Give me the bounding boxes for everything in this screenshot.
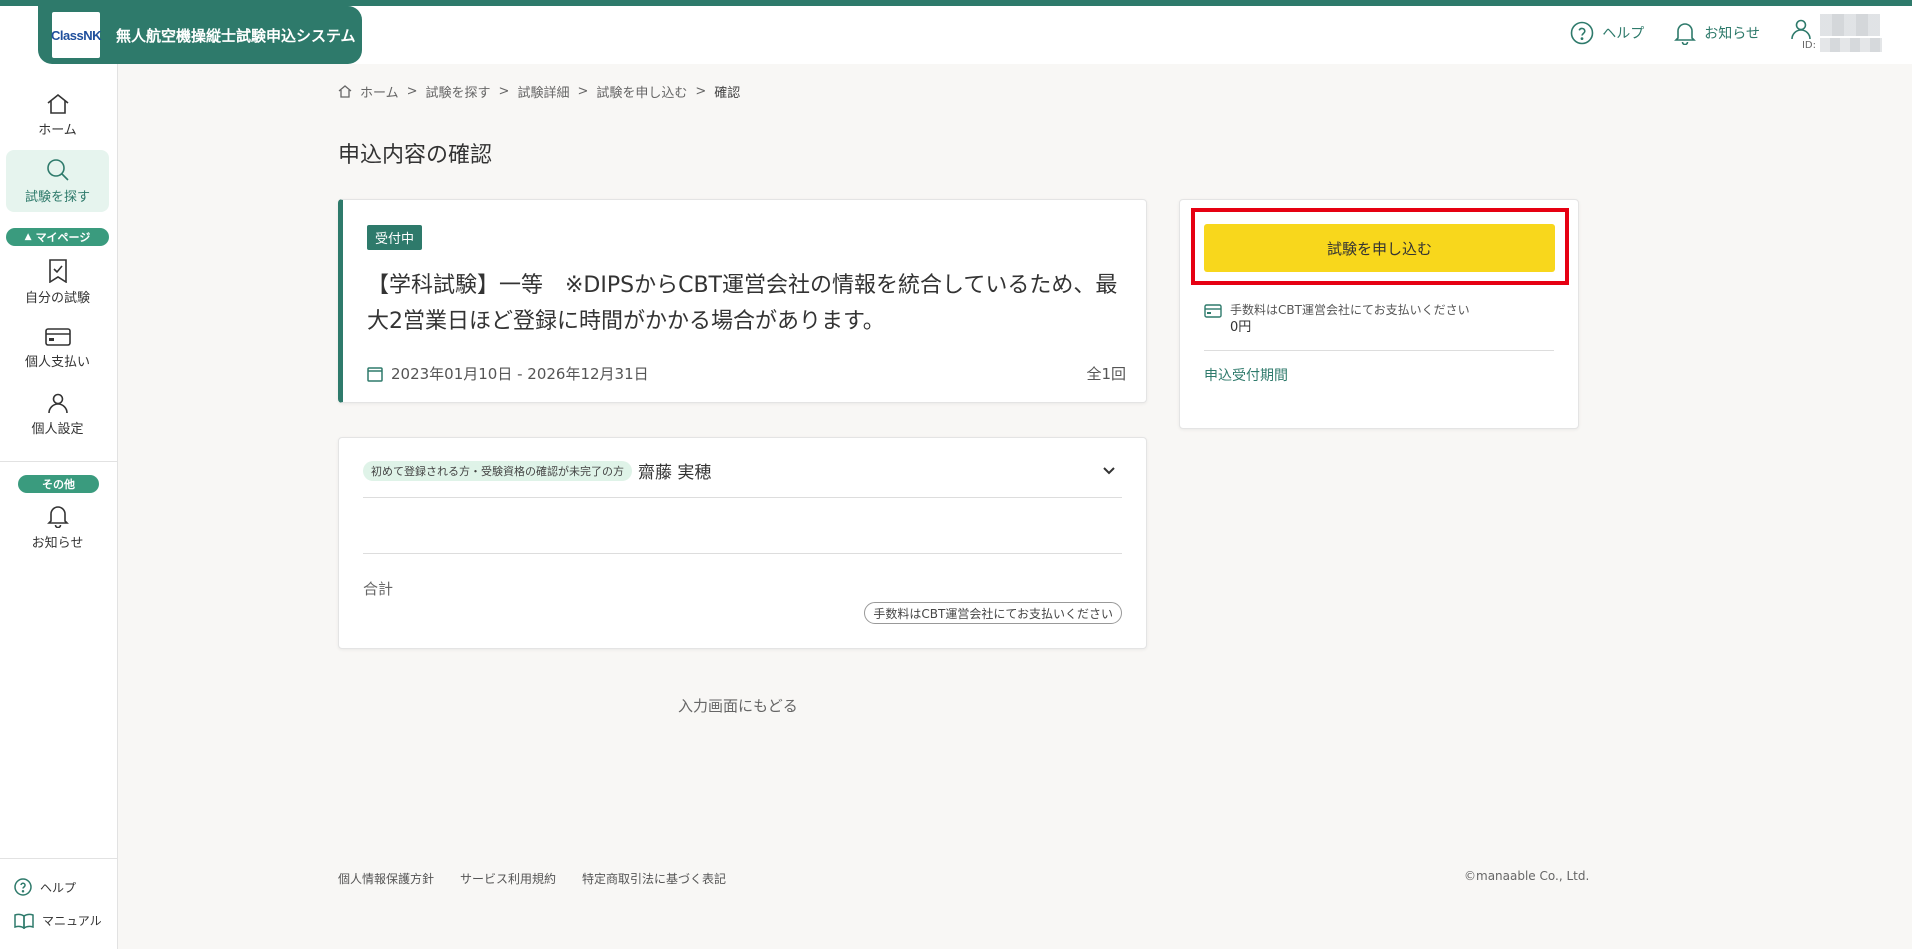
book-icon <box>14 913 34 929</box>
credit-card-icon <box>1204 304 1222 318</box>
sidebar-item-label: お知らせ <box>31 535 84 551</box>
bookmark-check-icon <box>48 258 67 283</box>
exam-title: 【学科試験】一等 ※DIPSからCBT運営会社の情報を統合しているため、最大2営… <box>367 273 1118 334</box>
help-icon <box>1570 21 1594 45</box>
fee-amount: 0円 <box>1230 320 1252 335</box>
divider <box>363 553 1122 554</box>
sidebar-item-payment[interactable]: 個人支払い <box>6 317 109 379</box>
sidebar-item-label: 自分の試験 <box>24 290 90 306</box>
exam-date-range: 2023年01月10日 - 2026年12月31日 <box>391 365 649 383</box>
brand-block[interactable]: ClassNK 無人航空機操縦士試験申込システム <box>38 6 362 64</box>
applicant-row[interactable]: 初めて登録される方・受験資格の確認が未完了の方 齋藤 実穂 <box>363 458 1122 483</box>
sidebar-item-label: 試験を探す <box>24 189 90 205</box>
exam-count: 全1回 <box>1086 365 1126 383</box>
sidebar-item-settings[interactable]: 個人設定 <box>6 383 109 445</box>
footer-links: 個人情報保護方針 サービス利用規約 特定商取引法に基づく表記 <box>338 870 726 887</box>
page-title: 申込内容の確認 <box>338 143 493 168</box>
fee-info: 手数料はCBT運営会社にてお支払いください 0円 <box>1204 302 1470 336</box>
help-link[interactable]: ヘルプ <box>1570 21 1644 45</box>
triangle-up-icon: ▲ <box>24 232 32 242</box>
breadcrumb-home[interactable]: ホーム <box>360 82 399 101</box>
mypage-section-toggle[interactable]: ▲ マイページ <box>6 228 109 246</box>
sidebar-divider <box>0 858 117 859</box>
sidebar-item-search[interactable]: 試験を探す <box>6 150 109 212</box>
back-to-input-link[interactable]: 入力画面にもどる <box>678 695 798 716</box>
applicant-card: 初めて登録される方・受験資格の確認が未完了の方 齋藤 実穂 合計 手数料はCBT… <box>338 437 1147 649</box>
header-actions: ヘルプ お知らせ ID: <box>1570 14 1882 52</box>
breadcrumb-confirm: 確認 <box>714 86 741 101</box>
sidebar-help-link[interactable]: ヘルプ <box>14 878 76 896</box>
user-meta: ID: <box>1802 14 1882 52</box>
breadcrumb-separator: > <box>498 84 510 99</box>
fee-text: 手数料はCBT運営会社にてお支払いください 0円 <box>1230 302 1470 336</box>
fee-note-chip: 手数料はCBT運営会社にてお支払いください <box>864 602 1122 624</box>
sidebar-item-label: ホーム <box>38 122 77 138</box>
breadcrumb-separator: > <box>695 84 707 99</box>
user-icon <box>1791 19 1811 40</box>
bell-icon <box>1674 23 1697 45</box>
home-icon <box>338 85 352 98</box>
sidebar: ホーム 試験を探す ▲ マイページ 自分の試験 個人支払い 個人設定 その他 お… <box>0 64 118 949</box>
sidebar-manual-link[interactable]: マニュアル <box>14 912 102 929</box>
person-icon <box>47 393 68 413</box>
user-id-redacted <box>1820 38 1882 52</box>
id-label: ID: <box>1801 39 1816 51</box>
commercial-transactions-link[interactable]: 特定商取引法に基づく表記 <box>582 870 726 887</box>
expand-toggle[interactable] <box>1102 460 1116 479</box>
classnk-logo: ClassNK <box>51 12 101 58</box>
sidebar-item-home[interactable]: ホーム <box>6 84 109 146</box>
home-icon <box>47 93 68 114</box>
chevron-down-icon <box>1103 467 1115 475</box>
breadcrumb: ホーム > 試験を探す > 試験詳細 > 試験を申し込む > 確認 <box>338 82 740 101</box>
notice-label: お知らせ <box>1704 26 1760 42</box>
other-label: その他 <box>42 478 75 491</box>
help-label: ヘルプ <box>1602 26 1645 42</box>
divider <box>1204 350 1554 351</box>
breadcrumb-separator: > <box>406 84 418 99</box>
divider <box>363 497 1122 498</box>
apply-exam-button[interactable]: 試験を申し込む <box>1204 224 1555 272</box>
sidebar-item-my-exams[interactable]: 自分の試験 <box>6 251 109 313</box>
applicant-type-tag: 初めて登録される方・受験資格の確認が未完了の方 <box>363 460 632 481</box>
user-name-redacted <box>1819 14 1880 36</box>
breadcrumb-search[interactable]: 試験を探す <box>426 82 491 101</box>
other-section-label: その他 <box>18 475 99 493</box>
app-title: 無人航空機操縦士試験申込システム <box>116 26 356 45</box>
application-period-label: 申込受付期間 <box>1204 368 1288 384</box>
exam-summary-card: 受付中 【学科試験】一等 ※DIPSからCBT運営会社の情報を統合しているため、… <box>338 199 1147 403</box>
fee-note: 手数料はCBT運営会社にてお支払いください <box>1230 303 1470 317</box>
user-menu[interactable]: ID: <box>1790 14 1882 52</box>
user-id-line: ID: <box>1802 38 1882 52</box>
status-badge: 受付中 <box>367 225 423 250</box>
sidebar-item-notice[interactable]: お知らせ <box>6 496 109 558</box>
privacy-policy-link[interactable]: 個人情報保護方針 <box>338 870 434 887</box>
help-icon <box>14 878 32 896</box>
credit-card-icon <box>44 327 71 346</box>
notice-link[interactable]: お知らせ <box>1674 21 1760 45</box>
breadcrumb-exam-detail[interactable]: 試験詳細 <box>517 82 569 101</box>
terms-of-service-link[interactable]: サービス利用規約 <box>460 870 556 887</box>
breadcrumb-apply[interactable]: 試験を申し込む <box>596 82 687 101</box>
sidebar-item-label: 個人設定 <box>31 421 84 437</box>
sidebar-help-label: ヘルプ <box>40 880 77 895</box>
total-label: 合計 <box>363 580 394 598</box>
applicant-name: 齋藤 実穂 <box>638 463 712 483</box>
copyright: ©manaable Co., Ltd. <box>1464 869 1590 883</box>
apply-panel: 試験を申し込む 手数料はCBT運営会社にてお支払いください 0円 申込受付期間 <box>1179 199 1579 429</box>
calendar-icon <box>367 366 383 382</box>
search-icon <box>46 158 69 181</box>
bell-icon <box>46 505 69 528</box>
mypage-label: マイページ <box>35 231 91 244</box>
exam-date: 2023年01月10日 - 2026年12月31日 <box>367 363 649 384</box>
breadcrumb-separator: > <box>577 84 589 99</box>
sidebar-manual-label: マニュアル <box>42 914 102 928</box>
sidebar-item-label: 個人支払い <box>24 354 90 370</box>
sidebar-divider <box>0 461 117 462</box>
